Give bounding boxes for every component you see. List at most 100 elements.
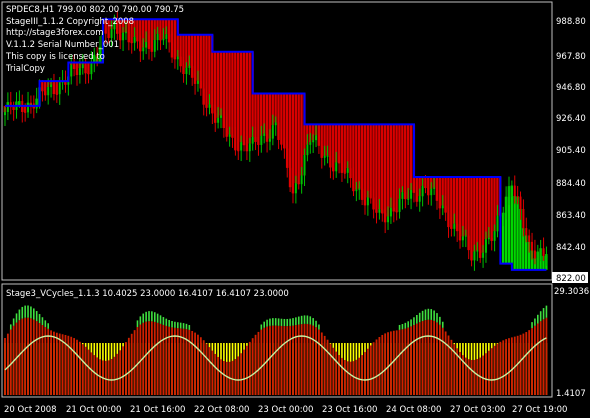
candle-body bbox=[280, 139, 283, 145]
candle-body bbox=[41, 87, 44, 92]
candle-body bbox=[153, 40, 156, 52]
candle-body bbox=[378, 209, 381, 213]
candle-body bbox=[168, 34, 171, 43]
candle-body bbox=[205, 104, 208, 108]
candle-body bbox=[248, 143, 251, 152]
candle-body bbox=[254, 136, 257, 142]
price-tick-label: 842.40 bbox=[556, 243, 586, 253]
candle-body bbox=[44, 91, 47, 96]
candle-body bbox=[294, 183, 297, 194]
candle-body bbox=[289, 167, 292, 188]
candle-body bbox=[392, 207, 395, 212]
time-tick-label: 22 Oct 08:00 bbox=[194, 405, 249, 415]
candle-body bbox=[12, 107, 15, 111]
candle-body bbox=[516, 196, 519, 198]
candle-body bbox=[410, 189, 413, 199]
candle-body bbox=[407, 198, 410, 200]
candle-body bbox=[487, 237, 490, 240]
candle-body bbox=[107, 33, 110, 38]
candle-body bbox=[343, 172, 346, 174]
trend-band-bar bbox=[401, 124, 404, 193]
candle-body bbox=[165, 34, 168, 39]
trend-band-bar bbox=[484, 177, 488, 240]
candle-body bbox=[124, 32, 127, 34]
info-line: This copy is licensed to bbox=[5, 52, 105, 62]
candle-body bbox=[519, 196, 522, 209]
candle-body bbox=[528, 235, 531, 242]
candle-body bbox=[467, 235, 470, 251]
candle-body bbox=[251, 136, 254, 144]
price-tick-label: 967.80 bbox=[556, 52, 586, 62]
trend-band-bar bbox=[242, 51, 246, 146]
candle-body bbox=[329, 155, 332, 168]
candle-body bbox=[50, 84, 53, 88]
trend-band-bar bbox=[398, 124, 401, 199]
candle-body bbox=[427, 188, 430, 196]
candle-body bbox=[389, 207, 392, 217]
candle-body bbox=[412, 189, 415, 193]
indicator-header: Stage3_VCycles_1.1.3 10.4025 23.0000 16.… bbox=[6, 289, 289, 299]
candle-body bbox=[338, 162, 341, 164]
candle-body bbox=[58, 82, 61, 95]
candle-body bbox=[35, 98, 38, 109]
candle-body bbox=[424, 185, 427, 189]
candle-body bbox=[364, 199, 366, 206]
candle-body bbox=[196, 80, 199, 84]
trend-band-bar bbox=[228, 51, 231, 135]
candle-body bbox=[133, 37, 136, 43]
candle-body bbox=[522, 208, 525, 229]
candle-body bbox=[320, 145, 323, 158]
candle-body bbox=[73, 65, 76, 69]
candle-body bbox=[84, 64, 87, 74]
candle-body bbox=[234, 137, 237, 151]
trend-band-bar bbox=[409, 124, 413, 190]
candle-body bbox=[217, 117, 220, 123]
trend-band-bar bbox=[516, 196, 519, 270]
trend-band-bar bbox=[493, 177, 496, 232]
candle-body bbox=[4, 112, 6, 116]
candle-body bbox=[525, 228, 528, 236]
candle-body bbox=[90, 61, 93, 75]
trend-band-bar bbox=[291, 93, 295, 194]
candle-body bbox=[545, 254, 548, 256]
candle-body bbox=[456, 223, 459, 232]
candle-body bbox=[369, 197, 372, 199]
trend-band-bar bbox=[395, 124, 398, 212]
candle-body bbox=[358, 188, 361, 190]
candle-body bbox=[243, 142, 246, 146]
candle-body bbox=[104, 32, 107, 34]
candle-body bbox=[303, 155, 306, 176]
candle-body bbox=[355, 189, 358, 192]
price-tick-label: 946.80 bbox=[556, 83, 586, 93]
candle-body bbox=[136, 37, 139, 42]
candle-body bbox=[479, 250, 482, 258]
trend-band-bar bbox=[476, 177, 479, 251]
candle-body bbox=[220, 115, 222, 118]
info-line: TrialCopy bbox=[5, 64, 45, 74]
candle-body bbox=[375, 209, 378, 213]
candle-body bbox=[381, 209, 384, 214]
price-axis: 988.80 967.80 946.80 926.40 905.40 884.4… bbox=[556, 17, 586, 253]
candle-body bbox=[18, 101, 21, 103]
candle-body bbox=[366, 197, 369, 206]
trend-band-bar bbox=[510, 185, 513, 264]
trend-band-bar bbox=[369, 124, 372, 198]
candle-body bbox=[346, 168, 349, 173]
candle-body bbox=[539, 248, 542, 252]
trading-chart[interactable]: SPDEC8,H1 799.00 802.00 790.00 790.75 St… bbox=[0, 0, 590, 418]
time-tick-label: 27 Oct 03:00 bbox=[450, 405, 505, 415]
candle-body bbox=[78, 68, 81, 75]
candle-body bbox=[52, 84, 55, 95]
candle-body bbox=[401, 192, 404, 199]
candle-body bbox=[384, 213, 387, 223]
candle-body bbox=[127, 32, 130, 43]
candle-body bbox=[421, 185, 424, 197]
candle-body bbox=[225, 127, 228, 137]
time-tick-label: 27 Oct 19:00 bbox=[512, 405, 567, 415]
trend-band-bar bbox=[464, 177, 467, 236]
candle-body bbox=[340, 162, 343, 173]
candle-body bbox=[286, 148, 289, 168]
candle-body bbox=[508, 186, 510, 197]
candle-body bbox=[70, 65, 73, 77]
candle-body bbox=[513, 185, 516, 197]
